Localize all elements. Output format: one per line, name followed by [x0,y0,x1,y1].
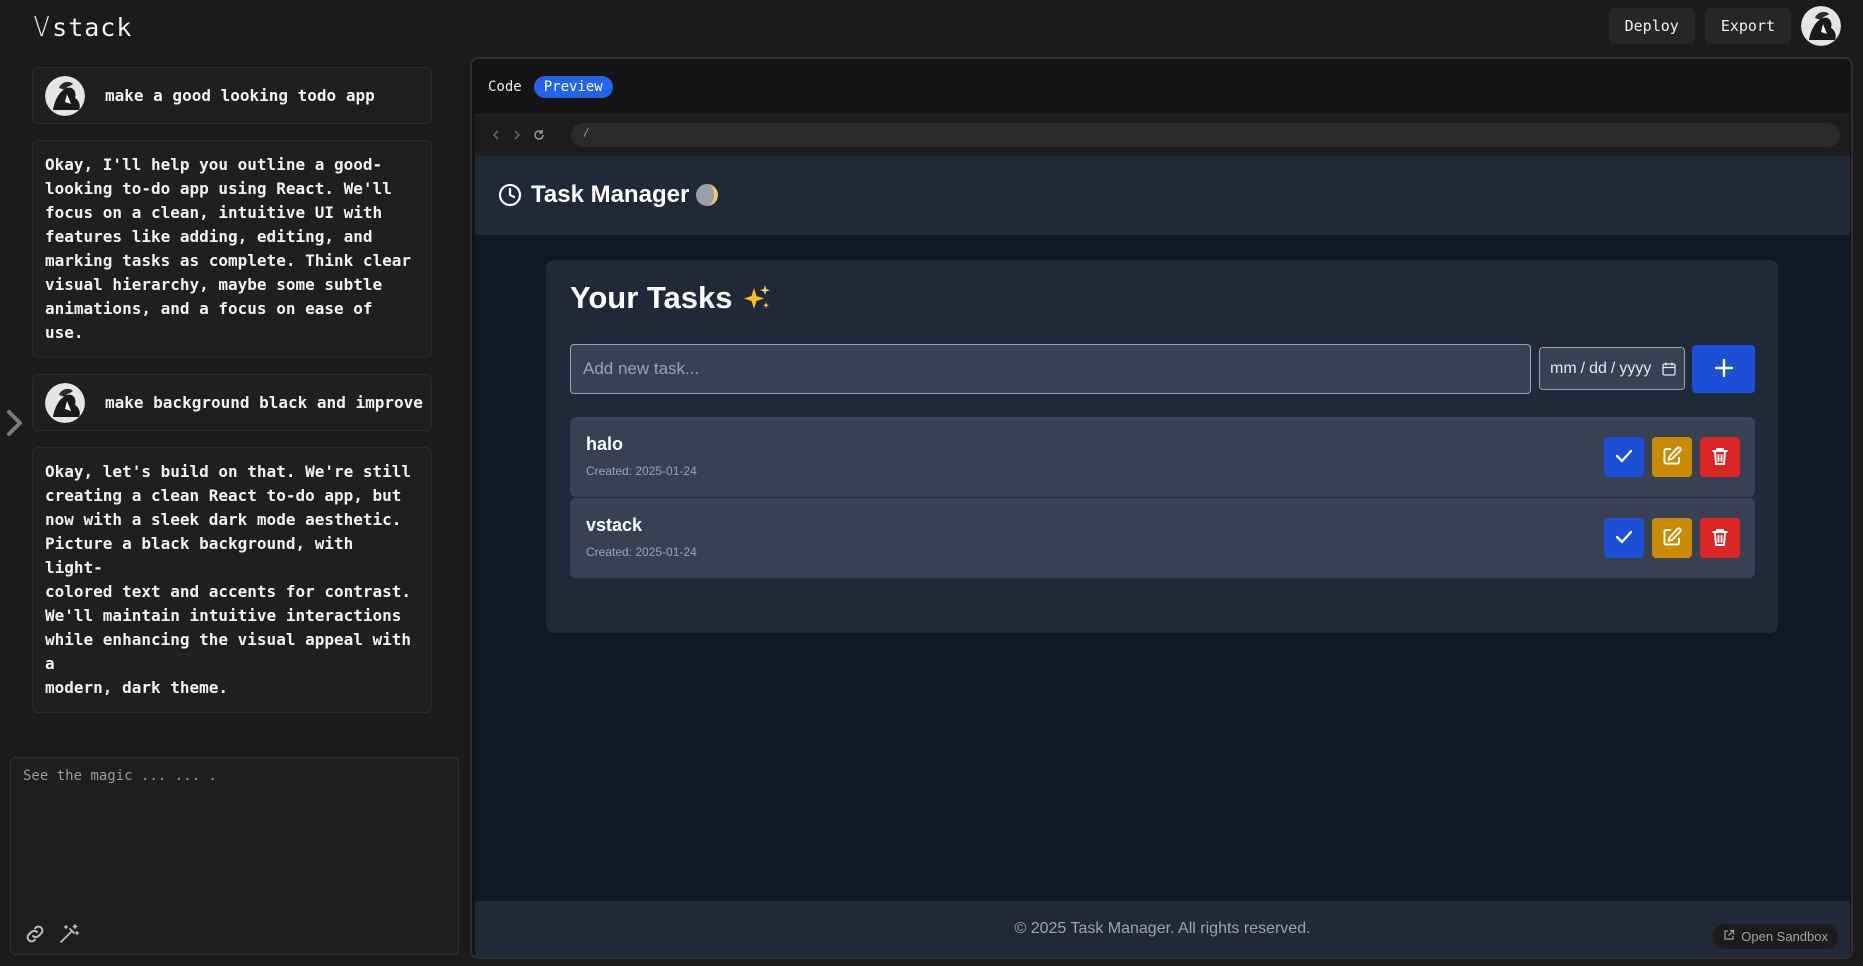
complete-task-button[interactable] [1604,518,1644,558]
chat-panel: make a good looking todo app Okay, I'll … [32,67,432,729]
trash-icon [1709,526,1731,551]
forward-icon[interactable] [510,127,524,141]
message-line: visual hierarchy, maybe some subtle [45,275,383,294]
magic-wand-icon[interactable] [57,922,81,946]
deploy-button[interactable]: Deploy [1608,8,1695,44]
link-icon[interactable] [23,922,47,946]
tab-code[interactable]: Code [488,76,522,98]
date-month: mm [1550,359,1577,377]
calendar-icon[interactable] [1661,361,1677,377]
task-name: vstack [586,515,643,535]
app-preview: Task Manager Your Tasks mm / dd / yyyy [475,155,1850,957]
task-created-date: Created: 2025-01-24 [586,545,697,559]
app-logo[interactable]: Vstack [32,10,132,43]
date-year: yyyy [1619,359,1652,377]
app-footer: © 2025 Task Manager. All rights reserved… [475,901,1850,957]
footer-text: © 2025 Task Manager. All rights reserved… [1014,920,1311,937]
user-message-text: make background black and improve [105,393,423,412]
card-title: Your Tasks [570,280,773,316]
message-line: focus on a clean, intuitive UI with [45,203,383,222]
task-actions [1604,437,1740,477]
url-bar[interactable]: / [571,123,1840,147]
delete-task-button[interactable] [1700,518,1740,558]
export-button[interactable]: Export [1704,8,1791,44]
complete-task-button[interactable] [1604,437,1644,477]
task-item: halo Created: 2025-01-24 [570,417,1755,497]
open-sandbox-button[interactable]: Open Sandbox [1713,924,1838,949]
date-separator: / [1580,359,1586,377]
message-line: Okay, let's build on that. We're still [45,462,412,481]
message-line: features like adding, editing, and [45,227,373,246]
message-line: marking tasks as complete. Think clear [45,251,412,270]
due-date-input[interactable]: mm / dd / yyyy [1539,347,1685,390]
assistant-message: Okay, let's build on that. We're still c… [32,447,432,713]
user-message-text: make a good looking todo app [105,86,375,105]
preview-panel: Code Preview / Task Manager Your Tasks A… [470,57,1853,959]
user-message: make a good looking todo app [32,67,432,124]
refresh-icon[interactable] [532,127,546,141]
new-task-input[interactable] [570,344,1531,394]
prompt-icons [23,922,81,946]
panel-tabs: Code Preview [488,76,613,98]
date-day: dd [1589,359,1607,377]
trash-icon [1709,445,1731,470]
user-message: make background black and improve [32,374,432,431]
task-name: halo [586,434,624,454]
logo-v: V [33,10,51,43]
edit-icon [1661,445,1683,470]
task-actions [1604,518,1740,558]
check-icon [1613,445,1635,470]
message-line: animations, and a focus on ease of use. [45,299,373,342]
top-actions: Deploy Export [1608,6,1841,46]
user-avatar-icon [45,382,85,423]
delete-task-button[interactable] [1700,437,1740,477]
user-avatar-icon [45,75,85,116]
message-line: looking to-do app using React. We'll [45,179,392,198]
check-icon [1613,526,1635,551]
clock-icon [497,182,523,208]
edit-task-button[interactable] [1652,437,1692,477]
edit-task-button[interactable] [1652,518,1692,558]
message-line: creating a clean React to-do app, but [45,486,402,505]
edit-icon [1661,526,1683,551]
open-sandbox-label: Open Sandbox [1741,929,1828,944]
external-link-icon [1723,929,1735,944]
app-title: Task Manager [531,181,690,208]
prompt-input[interactable] [11,758,458,908]
message-line: while enhancing the visual appeal with a [45,630,412,673]
tasks-card: Your Tasks mm / dd / yyyy [546,260,1778,633]
tab-preview[interactable]: Preview [533,76,613,98]
app-header: Task Manager [475,155,1850,235]
message-line: Picture a black background, with light- [45,534,354,577]
chevron-right-icon[interactable] [4,408,26,438]
date-separator: / [1610,359,1616,377]
assistant-message: Okay, I'll help you outline a good- look… [32,140,432,358]
message-line: Okay, I'll help you outline a good- [45,155,383,174]
user-avatar[interactable] [1801,6,1841,46]
plus-icon [1713,357,1735,382]
message-line: We'll maintain intuitive interactions [45,606,402,625]
browser-bar: / [475,114,1850,154]
prompt-box [10,757,459,955]
card-title-text: Your Tasks [570,280,733,315]
sparkles-icon [741,282,773,314]
message-line: modern, dark theme. [45,678,229,697]
task-item: vstack Created: 2025-01-24 [570,498,1755,578]
add-task-button[interactable] [1692,345,1755,393]
task-created-date: Created: 2025-01-24 [586,464,697,478]
logo-text: stack [52,13,133,42]
message-line: colored text and accents for contrast. [45,582,412,601]
back-icon[interactable] [489,127,503,141]
message-line: now with a sleek dark mode aesthetic. [45,510,402,529]
moon-icon[interactable] [695,183,719,207]
